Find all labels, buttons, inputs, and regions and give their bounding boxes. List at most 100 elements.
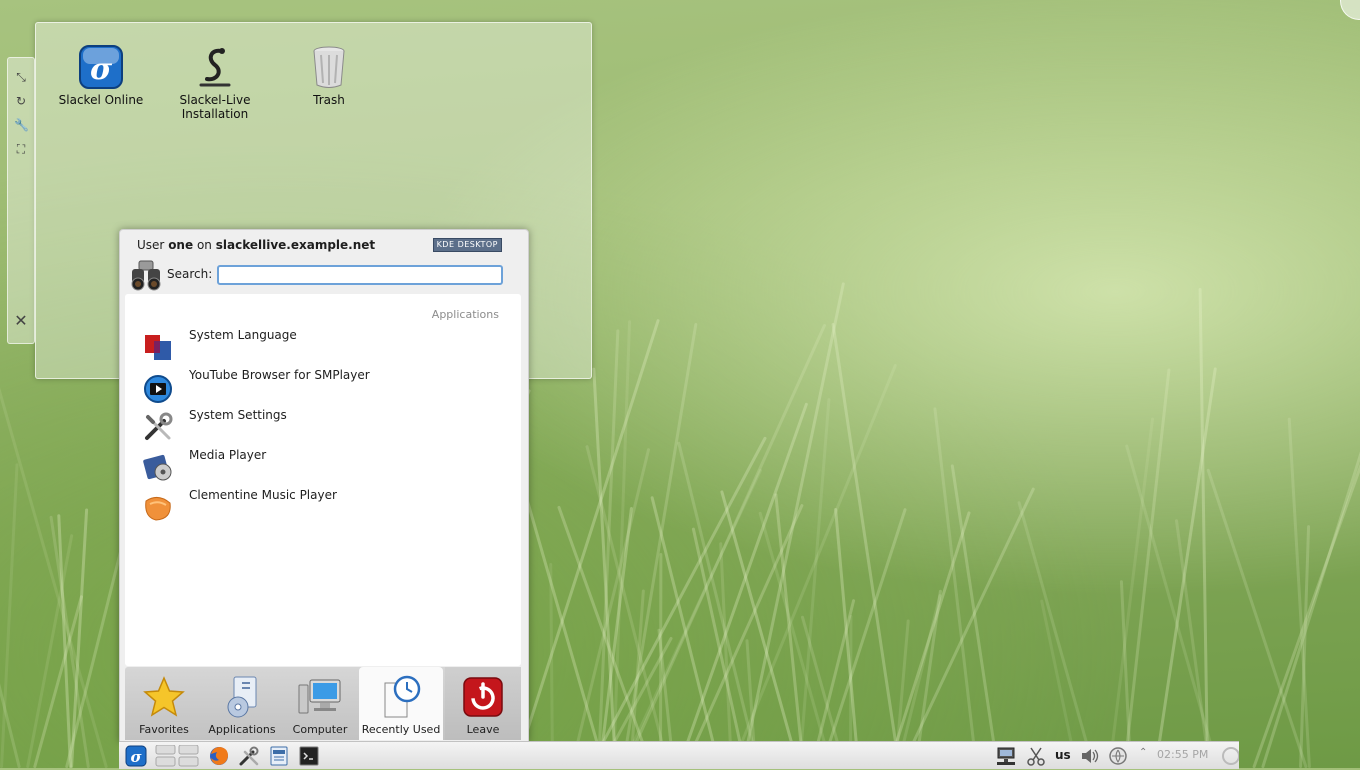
list-item-clementine[interactable]: Clementine Music Player <box>140 488 510 524</box>
star-icon <box>142 675 186 719</box>
desktop-icon-trash[interactable]: Trash <box>279 43 379 107</box>
network-icon[interactable] <box>995 745 1017 767</box>
grass-streak <box>0 330 108 768</box>
search-input[interactable] <box>217 265 503 285</box>
tab-label: Leave <box>466 723 500 736</box>
grass-streak <box>1287 417 1311 768</box>
desktop-icon-label: Slackel Online <box>58 93 144 107</box>
terminal-icon[interactable] <box>298 745 320 767</box>
grass-streak <box>623 323 827 768</box>
grass-streak <box>676 402 809 768</box>
grass-streak <box>0 463 19 768</box>
svg-text:σ: σ <box>90 52 113 87</box>
clementine-icon <box>142 491 174 523</box>
tab-leave[interactable]: Leave <box>445 667 521 740</box>
panel-toolbox-icon[interactable] <box>1219 745 1240 767</box>
launcher-user-header: User one on slackellive.example.net <box>137 238 376 252</box>
chevron-up-icon[interactable]: ⌃ <box>1139 747 1147 758</box>
tab-favorites[interactable]: Favorites <box>125 667 203 740</box>
update-notifier-icon[interactable] <box>1107 745 1129 767</box>
clock[interactable]: 02:55 PM <box>1157 748 1208 761</box>
flag-icon <box>142 331 174 363</box>
grass-streak <box>33 595 84 768</box>
close-icon[interactable]: ✕ <box>14 313 28 329</box>
grass-streak <box>0 560 22 768</box>
grass-streak <box>1299 524 1311 768</box>
desktop-icon-label: Slackel-Live <box>179 93 251 107</box>
grass-streak <box>741 281 846 768</box>
grass-streak <box>1153 366 1217 768</box>
tab-label: Computer <box>292 723 348 736</box>
application-launcher: User one on slackellive.example.net KDE … <box>119 229 529 742</box>
grass-streak <box>1198 287 1210 768</box>
desktop-toolbox-corner[interactable] <box>1340 0 1360 20</box>
list-item-youtube-browser[interactable]: YouTube Browser for SMPlayer <box>140 368 510 404</box>
svg-text:σ: σ <box>130 748 142 766</box>
pager[interactable] <box>155 744 199 767</box>
rotate-icon[interactable]: ↻ <box>14 94 28 108</box>
launcher-app-list: Applications System Language YouTube Bro… <box>125 294 521 666</box>
grass-streak <box>588 436 768 768</box>
grass-streak <box>831 322 902 768</box>
launcher-button[interactable]: σ <box>125 745 147 767</box>
grass-streak <box>900 487 1036 768</box>
launcher-tab-bar: Favorites Applications Computer Recently… <box>125 667 521 740</box>
grass-streak <box>620 322 698 768</box>
tab-recently-used[interactable]: Recently Used <box>359 667 443 740</box>
grass-streak <box>597 506 633 768</box>
volume-icon[interactable] <box>1079 745 1101 767</box>
list-item-label: YouTube Browser for SMPlayer <box>189 368 370 382</box>
grass-streak <box>691 527 747 768</box>
scissors-icon[interactable] <box>1025 745 1047 767</box>
grass-streak <box>719 542 734 768</box>
firefox-icon[interactable] <box>208 745 230 767</box>
grass-streak <box>548 563 554 768</box>
grass-streak <box>1260 340 1360 768</box>
grass-streak <box>596 329 620 768</box>
grass-streak <box>570 447 651 768</box>
desktop-icon-slackel-online[interactable]: σ Slackel Online <box>51 43 151 107</box>
desktop-icon-slackel-live-installation[interactable]: Slackel-Live Installation <box>165 43 265 121</box>
kde-desktop-badge: KDE DESKTOP <box>432 238 502 252</box>
grass-streak <box>585 444 670 768</box>
list-item-media-player[interactable]: Media Player <box>140 448 510 484</box>
grass-streak <box>659 552 663 768</box>
keyboard-layout-indicator[interactable]: us <box>1055 748 1071 762</box>
tools-icon <box>142 411 174 443</box>
smplayer-icon <box>142 371 174 403</box>
list-item-label: Clementine Music Player <box>189 488 337 502</box>
grass-streak <box>516 467 606 768</box>
resize-icon[interactable]: ⤡ <box>14 70 28 84</box>
wrench-icon[interactable]: 🔧 <box>14 118 29 132</box>
media-player-icon <box>142 451 174 483</box>
grass-streak <box>1107 417 1154 768</box>
slackel-logo-icon: σ <box>77 43 125 91</box>
tools-icon[interactable] <box>238 745 260 767</box>
grass-streak <box>1016 501 1095 768</box>
tab-label: Favorites <box>139 723 189 736</box>
snake-installer-icon <box>191 43 239 91</box>
applet-handle[interactable]: ⤡ ↻ 🔧 ⛶ ✕ <box>7 57 35 344</box>
file-manager-icon[interactable] <box>268 745 290 767</box>
grass-streak <box>820 508 907 768</box>
tab-computer[interactable]: Computer <box>281 667 359 740</box>
grass-streak <box>730 363 898 768</box>
grass-streak <box>1124 444 1219 768</box>
computer-icon <box>298 675 342 719</box>
grass-streak <box>887 511 972 768</box>
grass-streak <box>773 493 805 768</box>
maximize-icon[interactable]: ⛶ <box>14 142 28 156</box>
tab-applications[interactable]: Applications <box>203 667 281 740</box>
search-label: Search: <box>167 267 213 281</box>
grass-streak <box>70 508 89 768</box>
list-item-system-settings[interactable]: System Settings <box>140 408 510 444</box>
grass-streak <box>1174 519 1212 768</box>
list-item-label: Media Player <box>189 448 267 462</box>
applications-icon <box>220 675 264 719</box>
grass-streak <box>683 503 804 768</box>
grass-streak <box>57 514 73 768</box>
list-item-system-language[interactable]: System Language <box>140 328 510 364</box>
power-icon <box>461 675 505 719</box>
grass-streak <box>1206 467 1308 768</box>
grass-streak <box>1123 367 1172 768</box>
